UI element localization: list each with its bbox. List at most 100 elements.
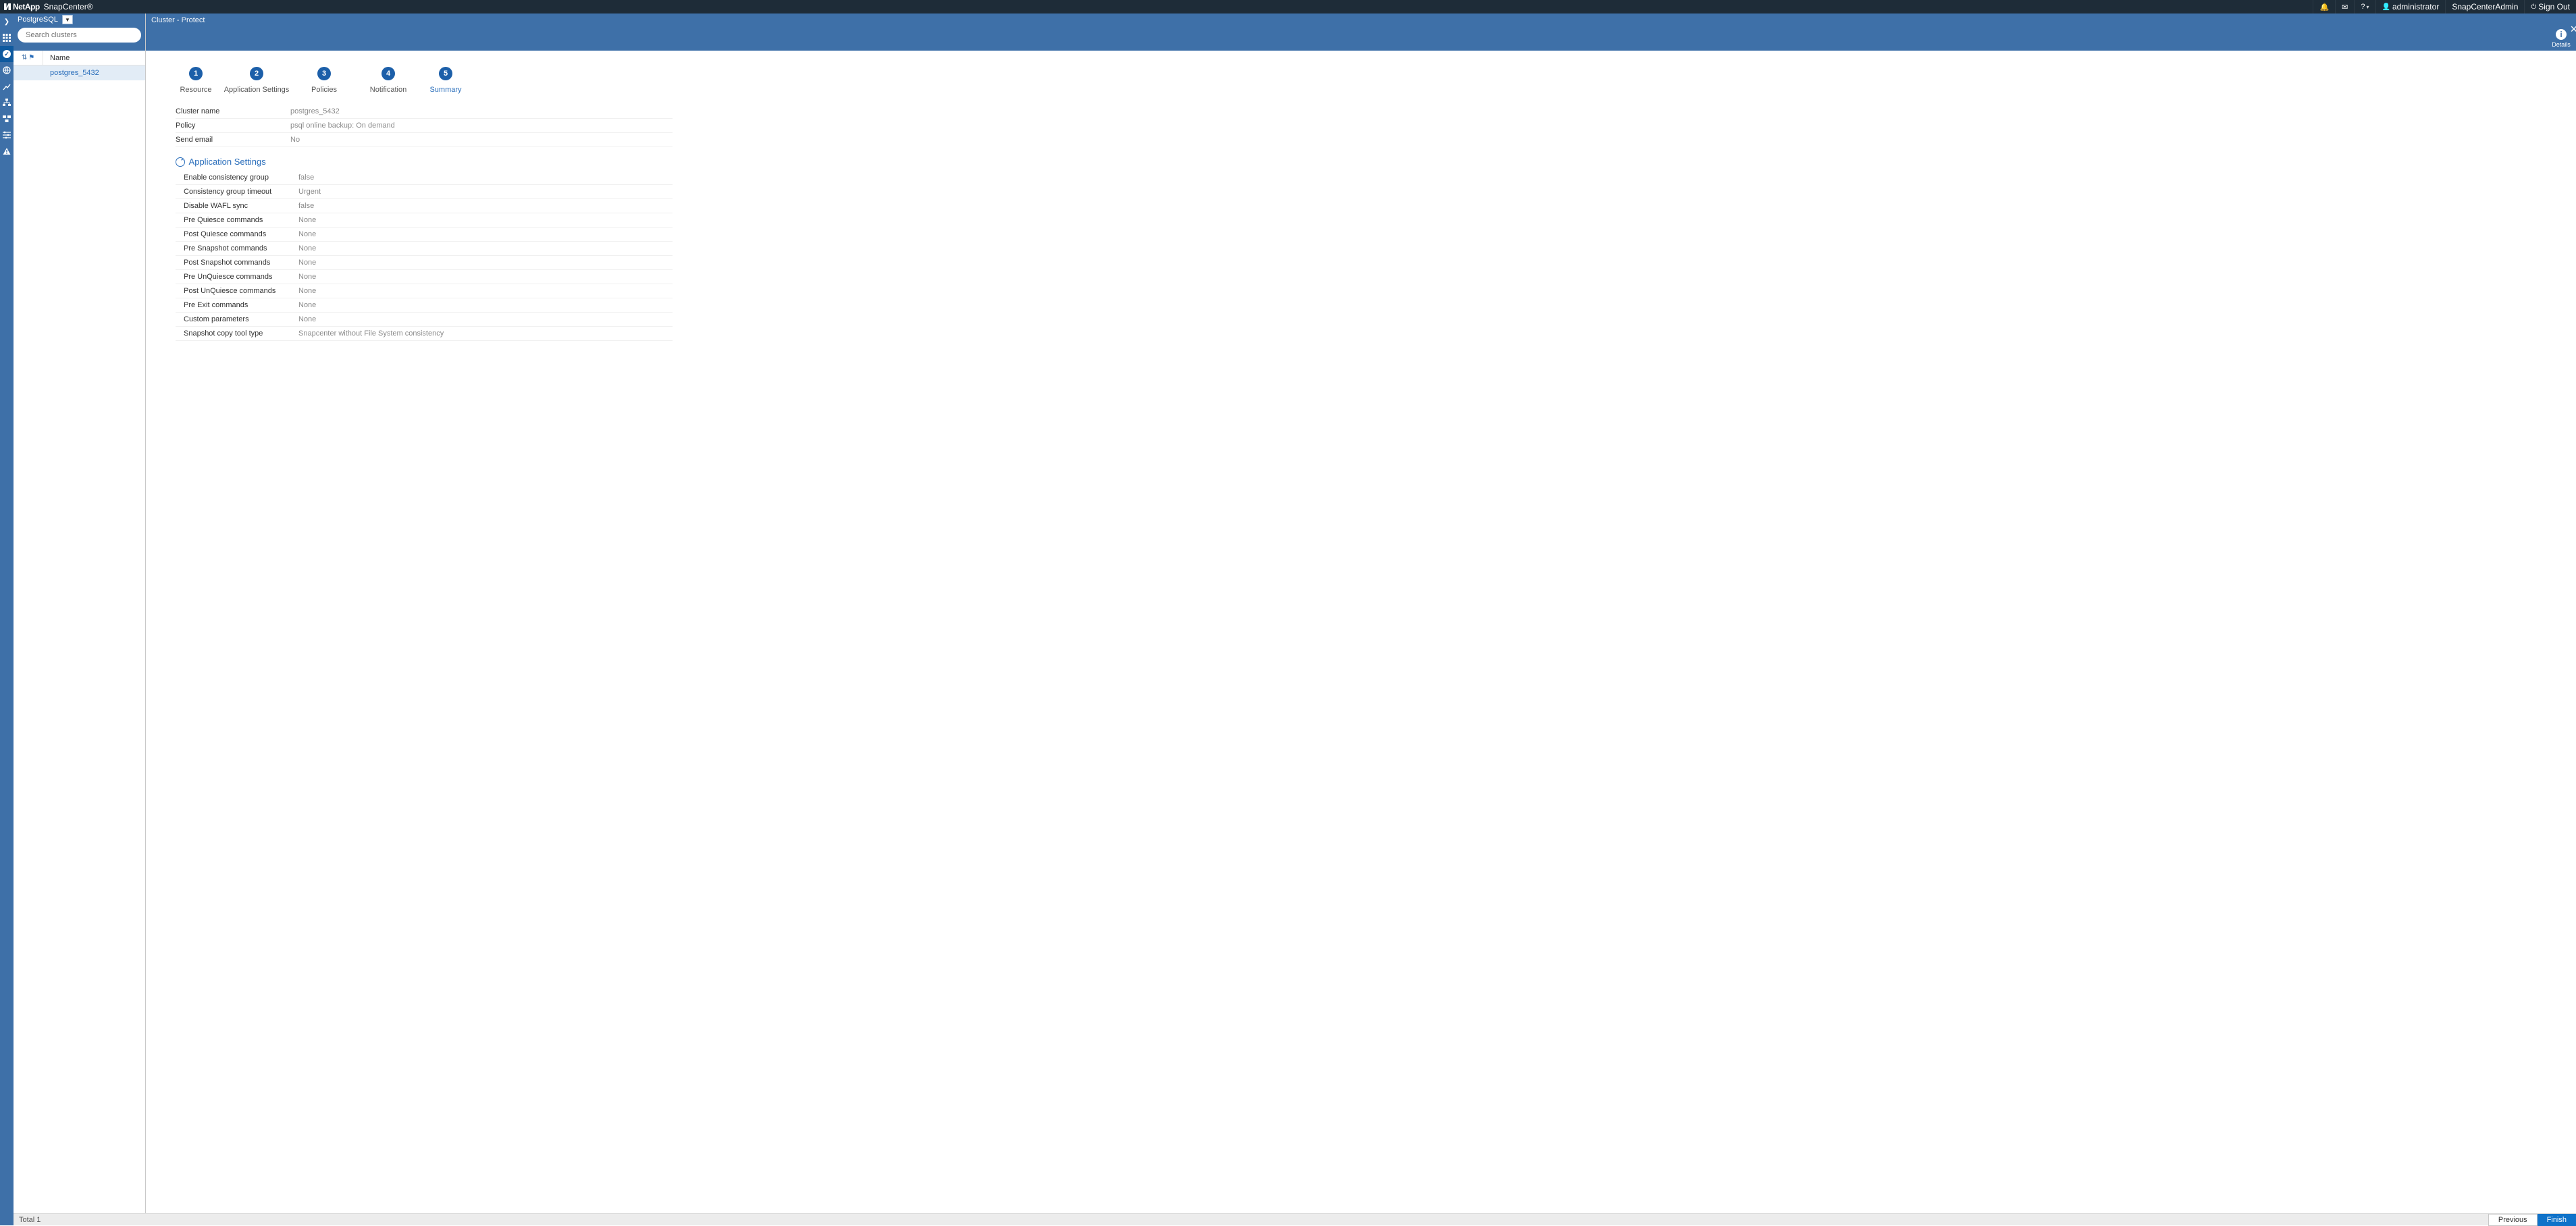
help-menu[interactable]: ?: [2354, 0, 2375, 14]
summary-row: Enable consistency groupfalse: [176, 171, 673, 185]
summary-row: Custom parametersNone: [176, 313, 673, 327]
resource-search: [18, 28, 141, 43]
application-settings-toggle[interactable]: ⌃ Application Settings: [176, 147, 673, 171]
user-menu[interactable]: administrator: [2375, 0, 2446, 14]
info-icon: i: [2556, 29, 2567, 40]
summary-key: Pre Quiesce commands: [176, 216, 298, 224]
sort-icons[interactable]: ⇅⚑: [14, 51, 43, 65]
wizard-step-4[interactable]: 4Notification: [351, 67, 425, 94]
chevron-right-icon: ❯: [4, 18, 9, 26]
finish-button[interactable]: Finish: [2538, 1214, 2576, 1226]
resource-column-header: PostgreSQL ▼: [14, 14, 145, 51]
details-button[interactable]: i Details: [2552, 29, 2571, 48]
step-number: 5: [439, 67, 452, 80]
globe-icon: [3, 66, 11, 74]
column-name-header[interactable]: Name: [43, 54, 70, 62]
summary-value: None: [298, 287, 673, 295]
wizard-step-2[interactable]: 2Application Settings: [216, 67, 297, 94]
summary-key: Pre UnQuiesce commands: [176, 273, 298, 281]
search-input[interactable]: [18, 28, 141, 43]
resource-type-label: PostgreSQL: [18, 16, 58, 24]
summary-row: Consistency group timeoutUrgent: [176, 185, 673, 199]
step-label: Application Settings: [216, 86, 297, 94]
wizard-step-5[interactable]: 5 Summary: [425, 67, 466, 94]
summary-row: Post UnQuiesce commandsNone: [176, 284, 673, 298]
wizard-footer: Previous Finish: [146, 1213, 2576, 1225]
summary-row: Post Quiesce commandsNone: [176, 228, 673, 242]
main-panel: 1 Resource2Application Settings 3 Policies4…: [146, 51, 2576, 1213]
wizard-step-1[interactable]: 1 Resource: [176, 67, 216, 94]
summary-key: Custom parameters: [176, 315, 298, 323]
summary-key: Policy: [176, 122, 290, 130]
step-label: Policies: [297, 86, 351, 94]
application-settings-title: Application Settings: [189, 157, 266, 167]
summary-key: Consistency group timeout: [176, 188, 298, 196]
page-subheader: Cluster - Protect × i Details: [146, 14, 2576, 51]
summary-row: Pre UnQuiesce commandsNone: [176, 270, 673, 284]
previous-button[interactable]: Previous: [2488, 1214, 2538, 1226]
role-label[interactable]: SnapCenterAdmin: [2445, 0, 2524, 14]
summary-row: Post Snapshot commandsNone: [176, 256, 673, 270]
details-label: Details: [2552, 41, 2571, 48]
summary-key: Post Snapshot commands: [176, 259, 298, 267]
resource-column: PostgreSQL ▼ ⇅⚑ Name postgres_5432: [14, 14, 146, 1213]
summary-value: None: [298, 230, 673, 238]
chart-icon: [3, 82, 11, 90]
rail-toggle[interactable]: ❯: [0, 14, 14, 30]
signout-button[interactable]: Sign Out: [2524, 0, 2576, 14]
wizard-step-3[interactable]: 3 Policies: [297, 67, 351, 94]
resource-total: Total 1: [14, 1213, 146, 1225]
nav-reports[interactable]: [0, 78, 14, 95]
app-header: NetApp SnapCenter® 🔔 ✉ ? administrator S…: [0, 0, 2576, 14]
summary-key: Pre Exit commands: [176, 301, 298, 309]
summary-key: Post UnQuiesce commands: [176, 287, 298, 295]
summary-key: Cluster name: [176, 107, 290, 115]
summary-value: psql online backup: On demand: [290, 122, 673, 130]
summary-key: Disable WAFL sync: [176, 202, 298, 210]
wizard-steps: 1 Resource2Application Settings 3 Policies4…: [146, 51, 2576, 98]
nav-rail: ❯ ✓: [0, 14, 14, 1225]
summary-value: None: [298, 273, 673, 281]
nav-settings[interactable]: [0, 127, 14, 143]
mail-icon[interactable]: ✉: [2335, 0, 2354, 14]
summary-key: Enable consistency group: [176, 174, 298, 182]
blocks-icon: [3, 115, 11, 123]
summary-value: None: [298, 259, 673, 267]
nav-storage[interactable]: [0, 111, 14, 127]
sliders-icon: [3, 131, 11, 139]
resource-row[interactable]: postgres_5432: [14, 65, 145, 80]
help-icon: ?: [2361, 3, 2365, 11]
brand-snapcenter: SnapCenter®: [44, 2, 93, 11]
bell-icon[interactable]: 🔔: [2313, 0, 2335, 14]
step-label: Summary: [425, 86, 466, 94]
nav-monitor[interactable]: [0, 62, 14, 78]
summary-section: Cluster namepostgres_5432Policypsql onli…: [146, 98, 700, 348]
summary-value: false: [298, 202, 673, 210]
nav-dashboard[interactable]: [0, 30, 14, 46]
nav-alerts[interactable]: [0, 143, 14, 159]
summary-key: Send email: [176, 136, 290, 144]
resource-type-dropdown[interactable]: ▼: [62, 15, 73, 24]
summary-row: Pre Exit commandsNone: [176, 298, 673, 313]
close-icon[interactable]: ×: [2570, 26, 2576, 32]
resource-type-selector: PostgreSQL ▼: [18, 14, 141, 26]
summary-value: Urgent: [298, 188, 673, 196]
breadcrumb: Cluster - Protect: [146, 14, 2576, 27]
summary-row: Disable WAFL syncfalse: [176, 199, 673, 213]
chevron-down-icon: ⌃: [180, 158, 185, 165]
nav-hosts[interactable]: [0, 95, 14, 111]
resource-row-name: postgres_5432: [43, 69, 99, 77]
summary-value: None: [298, 216, 673, 224]
resource-rows: postgres_5432: [14, 65, 145, 80]
nav-resources[interactable]: ✓: [0, 46, 14, 62]
flag-icon: ⚑: [28, 54, 34, 61]
step-number: 3: [317, 67, 331, 80]
summary-row: Pre Quiesce commandsNone: [176, 213, 673, 228]
resource-list-header: ⇅⚑ Name: [14, 51, 145, 65]
summary-key: Post Quiesce commands: [176, 230, 298, 238]
warning-icon: [3, 147, 11, 155]
summary-value: Snapcenter without File System consisten…: [298, 329, 673, 338]
step-number: 1: [189, 67, 203, 80]
step-label: Resource: [176, 86, 216, 94]
summary-value: false: [298, 174, 673, 182]
